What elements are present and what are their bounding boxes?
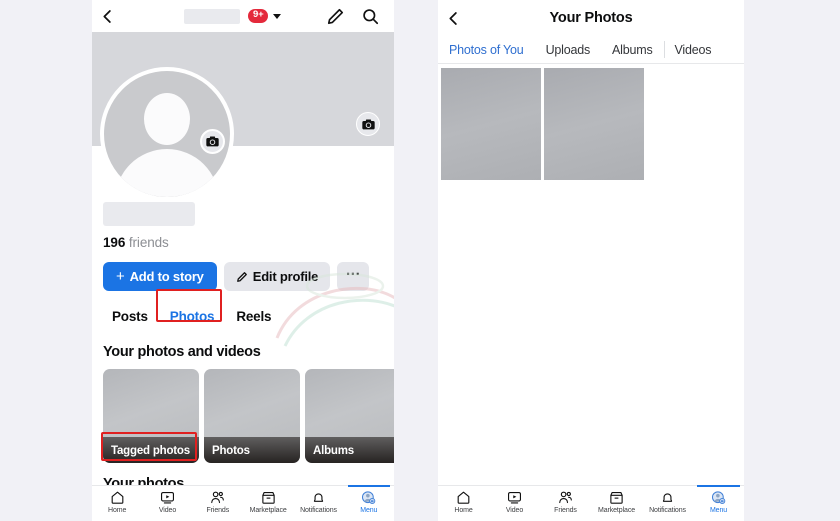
tagged-photos-thumb[interactable]: Tagged photos bbox=[103, 369, 199, 463]
nav-label: Video bbox=[158, 507, 177, 514]
nav-home[interactable]: Home bbox=[438, 486, 489, 514]
bottom-nav-right: Home Video Friends Marketplace Notificat… bbox=[438, 485, 744, 521]
nav-label: Home bbox=[454, 507, 473, 514]
nav-label: Menu bbox=[360, 507, 378, 514]
nav-label: Friends bbox=[206, 507, 230, 514]
tab-photos-of-you[interactable]: Photos of You bbox=[438, 36, 535, 63]
nav-label: Notifications bbox=[300, 507, 337, 514]
nav-notifications[interactable]: Notifications bbox=[642, 486, 693, 514]
nav-menu[interactable]: Menu bbox=[693, 485, 744, 514]
nav-friends[interactable]: Friends bbox=[540, 486, 591, 514]
home-icon bbox=[111, 491, 124, 504]
back-button[interactable] bbox=[92, 0, 122, 32]
add-to-story-button[interactable]: + Add to story bbox=[103, 262, 217, 291]
profile-title-placeholder bbox=[103, 202, 195, 226]
chevron-down-icon[interactable] bbox=[273, 13, 282, 19]
bell-icon bbox=[662, 493, 673, 502]
avatar-zone bbox=[92, 67, 394, 202]
avatar-camera-button[interactable] bbox=[200, 129, 225, 154]
avatar-body-shape bbox=[115, 149, 219, 197]
media-thumb-row: Tagged photos Photos Albums bbox=[92, 360, 394, 463]
cover-camera-button[interactable] bbox=[356, 112, 380, 136]
nav-notifications[interactable]: Notifications bbox=[293, 486, 343, 514]
profile-actions: + Add to story Edit profile ··· bbox=[92, 250, 394, 291]
left-phone-panel: 9+ 196 friends + Add to story Edit profi… bbox=[92, 0, 394, 521]
status-badge: 9+ bbox=[248, 9, 269, 23]
avatar-head-shape bbox=[144, 93, 190, 145]
profile-name-placeholder bbox=[184, 8, 240, 24]
tab-posts[interactable]: Posts bbox=[103, 304, 157, 329]
chevron-left-icon bbox=[102, 9, 111, 23]
bell-icon bbox=[313, 493, 324, 502]
menu-avatar-icon bbox=[362, 491, 376, 505]
profile-tabs: Posts Photos Reels bbox=[92, 291, 394, 329]
tab-photos[interactable]: Photos bbox=[161, 304, 224, 329]
nav-label: Marketplace bbox=[597, 507, 636, 514]
video-icon bbox=[508, 491, 521, 504]
tab-reels[interactable]: Reels bbox=[227, 304, 280, 329]
nav-menu[interactable]: Menu bbox=[344, 485, 394, 514]
thumb-label: Albums bbox=[313, 445, 354, 457]
add-to-story-label: Add to story bbox=[129, 269, 204, 284]
nav-label: Marketplace bbox=[249, 507, 287, 514]
pencil-icon[interactable] bbox=[326, 7, 345, 26]
tab-albums[interactable]: Albums bbox=[601, 36, 663, 63]
friends-icon bbox=[559, 491, 572, 504]
bottom-nav-left: Home Video Friends Marketplace Notificat… bbox=[92, 485, 394, 521]
nav-video[interactable]: Video bbox=[142, 486, 192, 514]
tab-videos[interactable]: Videos bbox=[663, 36, 723, 63]
nav-video[interactable]: Video bbox=[489, 486, 540, 514]
friends-label: friends bbox=[128, 235, 169, 250]
pencil-icon bbox=[236, 271, 247, 282]
edit-profile-button[interactable]: Edit profile bbox=[223, 262, 331, 291]
friends-count-line[interactable]: 196 friends bbox=[103, 235, 383, 250]
search-icon[interactable] bbox=[361, 7, 380, 26]
camera-icon bbox=[361, 119, 375, 129]
nav-label: Video bbox=[505, 507, 524, 514]
nav-marketplace[interactable]: Marketplace bbox=[591, 486, 642, 514]
marketplace-icon bbox=[261, 491, 275, 504]
photos-thumb[interactable]: Photos bbox=[204, 369, 300, 463]
plus-icon: + bbox=[116, 267, 125, 285]
photo-grid bbox=[438, 64, 744, 180]
nav-marketplace[interactable]: Marketplace bbox=[243, 486, 293, 514]
nav-friends[interactable]: Friends bbox=[193, 486, 243, 514]
photo-thumbnail[interactable] bbox=[441, 68, 541, 180]
friends-count: 196 bbox=[103, 235, 126, 250]
page-title: Your Photos bbox=[549, 10, 633, 26]
photos-tabs: Photos of You Uploads Albums Videos bbox=[438, 36, 744, 64]
topbar-actions bbox=[326, 7, 394, 26]
right-header: Your Photos bbox=[438, 0, 744, 36]
tab-uploads[interactable]: Uploads bbox=[535, 36, 601, 63]
notification-badge-group[interactable]: 9+ bbox=[248, 9, 282, 23]
edit-profile-label: Edit profile bbox=[252, 269, 319, 284]
menu-avatar-icon bbox=[711, 491, 726, 505]
marketplace-icon bbox=[610, 491, 623, 504]
more-options-button[interactable]: ··· bbox=[337, 262, 370, 291]
nav-label: Menu bbox=[709, 507, 728, 514]
nav-label: Notifications bbox=[649, 507, 686, 514]
thumb-label: Tagged photos bbox=[111, 445, 190, 457]
photo-thumbnail[interactable] bbox=[544, 68, 644, 180]
identity-block: 196 friends bbox=[92, 202, 394, 250]
photos-videos-heading: Your photos and videos bbox=[103, 344, 261, 360]
screenshot-stage: 9+ 196 friends + Add to story Edit profi… bbox=[0, 0, 840, 521]
thumb-label: Photos bbox=[212, 445, 250, 457]
nav-home[interactable]: Home bbox=[92, 486, 142, 514]
camera-icon bbox=[206, 136, 219, 147]
nav-label: Home bbox=[108, 507, 127, 514]
video-icon bbox=[160, 491, 174, 504]
right-phone-panel: Your Photos Photos of You Uploads Albums… bbox=[438, 0, 744, 521]
left-topbar: 9+ bbox=[92, 0, 394, 32]
home-icon bbox=[457, 491, 470, 504]
albums-thumb[interactable]: Albums bbox=[305, 369, 394, 463]
nav-label: Friends bbox=[554, 507, 577, 514]
friends-icon bbox=[211, 491, 225, 504]
